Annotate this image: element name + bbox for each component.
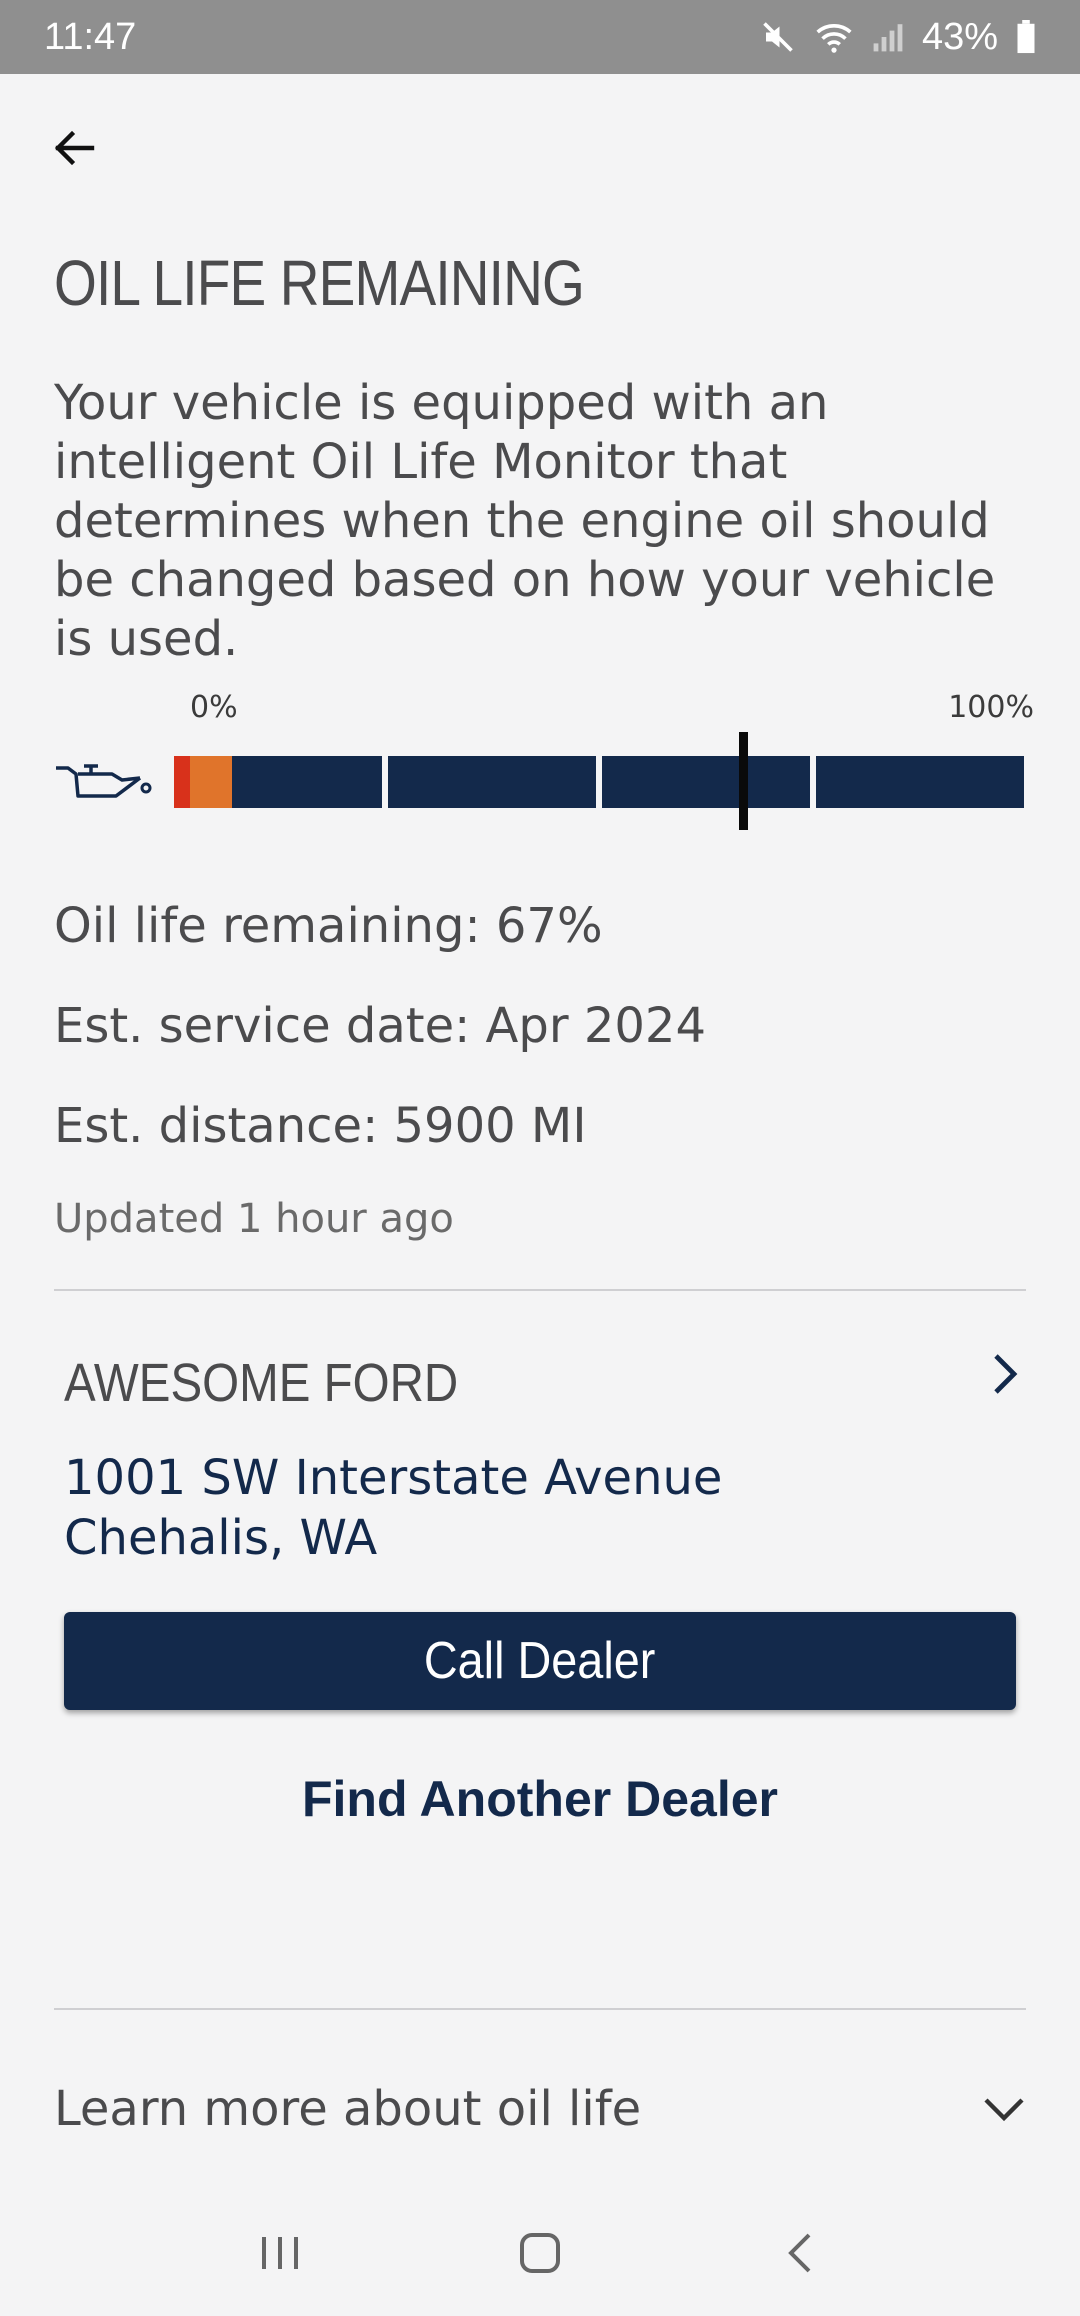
gauge-segment <box>388 756 596 808</box>
gauge-bar <box>174 732 1024 830</box>
recents-button[interactable] <box>220 2213 340 2293</box>
dealer-address: 1001 SW Interstate Avenue Chehalis, WA <box>64 1448 722 1568</box>
divider <box>54 1289 1026 1291</box>
oil-monitor-description: Your vehicle is equipped with an intelli… <box>54 375 996 667</box>
wifi-icon <box>816 24 852 53</box>
system-nav-bar <box>0 2190 1080 2316</box>
status-time: 11:47 <box>44 15 137 58</box>
back-button[interactable] <box>44 118 104 178</box>
home-button[interactable] <box>480 2213 600 2293</box>
updated-timestamp: Updated 1 hour ago <box>54 1196 454 1242</box>
gauge-segment <box>816 756 1024 808</box>
chevron-down-icon <box>984 2098 1024 2122</box>
status-icons: 43% <box>760 16 1036 59</box>
divider <box>54 2008 1026 2010</box>
home-icon <box>520 2233 560 2273</box>
gauge-min-label: 0% <box>190 690 238 725</box>
call-dealer-label: Call Dealer <box>424 1632 656 1690</box>
battery-icon <box>1017 20 1035 54</box>
gauge-critical-zone <box>174 756 190 808</box>
gauge-warning-zone <box>190 756 232 808</box>
dealer-name[interactable]: AWESOME FORD <box>64 1352 458 1414</box>
nav-back-button[interactable] <box>740 2213 860 2293</box>
battery-percent: 43% <box>921 15 998 58</box>
gauge-segment <box>602 756 810 808</box>
dealer-address-line1: 1001 SW Interstate Avenue <box>64 1450 723 1506</box>
oil-life-gauge: 0% 100% <box>54 690 1034 840</box>
gauge-level-marker <box>739 732 748 830</box>
signal-icon <box>873 24 903 52</box>
page-title: OIL LIFE REMAINING <box>54 247 585 319</box>
learn-more-label: Learn more about oil life <box>54 2081 642 2137</box>
dealer-address-line2: Chehalis, WA <box>64 1510 378 1566</box>
est-service-date: Est. service date: Apr 2024 <box>54 998 706 1054</box>
dealer-chevron-button[interactable] <box>988 1352 1024 1400</box>
chevron-right-icon <box>994 1354 1018 1394</box>
oil-can-icon <box>56 764 152 798</box>
find-another-dealer-link[interactable]: Find Another Dealer <box>64 1770 1016 1828</box>
arrow-left-icon <box>54 130 95 166</box>
mute-icon <box>763 22 793 52</box>
call-dealer-button[interactable]: Call Dealer <box>64 1612 1016 1710</box>
learn-more-accordion[interactable]: Learn more about oil life <box>54 2074 1026 2144</box>
est-distance: Est. distance: 5900 MI <box>54 1098 587 1154</box>
recents-icon <box>262 2237 298 2269</box>
status-bar: 11:47 43% <box>0 0 1080 74</box>
gauge-max-label: 100% <box>948 690 1034 725</box>
back-icon <box>788 2233 811 2273</box>
oil-life-remaining: Oil life remaining: 67% <box>54 898 603 954</box>
